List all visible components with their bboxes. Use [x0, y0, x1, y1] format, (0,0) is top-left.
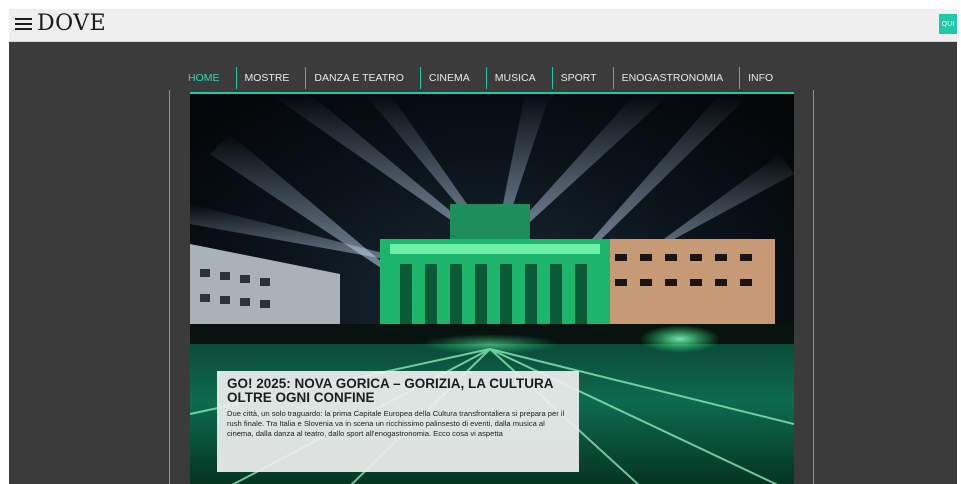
nav-item-home[interactable]: HOME — [179, 67, 236, 89]
corner-badge[interactable]: QUI — [939, 14, 957, 34]
nav-item-danza-e-teatro[interactable]: DANZA E TEATRO — [305, 67, 419, 89]
article-title[interactable]: GO! 2025: NOVA GORICA – GORIZIA, LA CULT… — [227, 377, 569, 405]
page: DOVE QUI HOME MOSTRE DANZA E TEATRO CINE… — [9, 9, 957, 484]
nav-item-musica[interactable]: MUSICA — [485, 67, 552, 89]
site-logo[interactable]: DOVE — [37, 11, 106, 36]
main-nav: HOME MOSTRE DANZA E TEATRO CINEMA MUSICA… — [179, 64, 789, 92]
nav-item-cinema[interactable]: CINEMA — [419, 67, 486, 89]
article-summary: Due città, un solo traguardo: la prima C… — [227, 409, 565, 438]
top-bar: DOVE QUI — [9, 9, 957, 42]
nav-item-mostre[interactable]: MOSTRE — [235, 67, 306, 89]
nav-item-enogastronomia[interactable]: ENOGASTRONOMIA — [612, 67, 740, 89]
nav-item-sport[interactable]: SPORT — [551, 67, 613, 89]
hero-caption[interactable]: GO! 2025: NOVA GORICA – GORIZIA, LA CULT… — [217, 371, 579, 472]
hamburger-menu-icon[interactable] — [15, 18, 32, 31]
nav-item-info[interactable]: INFO — [739, 67, 789, 89]
